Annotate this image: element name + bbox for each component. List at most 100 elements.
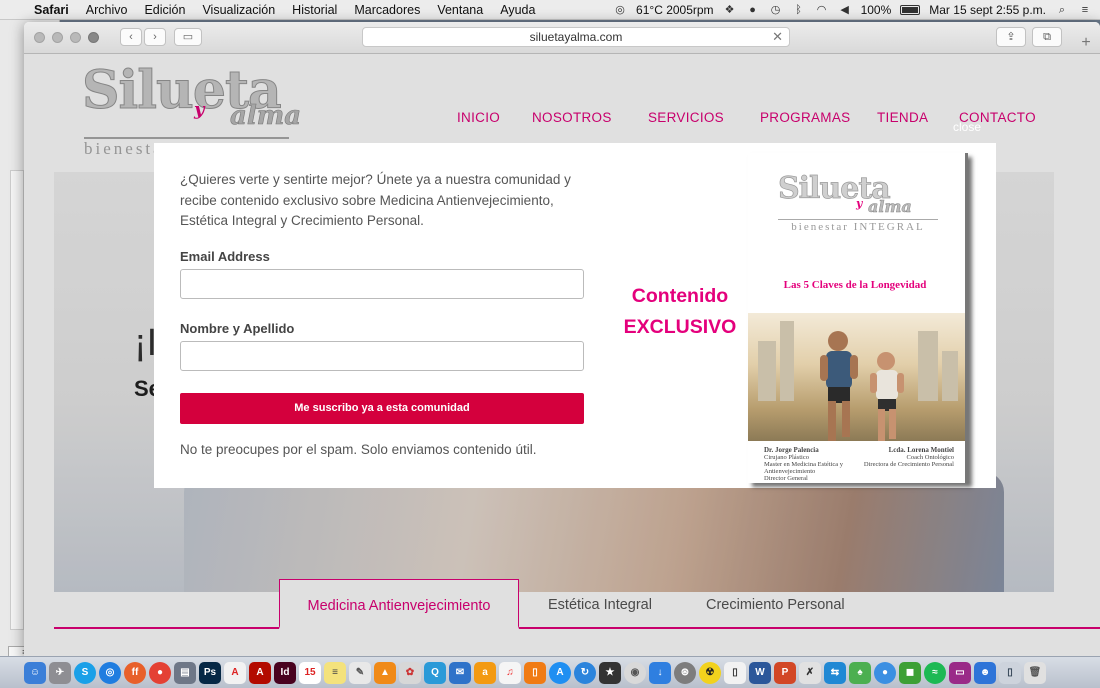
- bluetooth-icon[interactable]: ᛒ: [792, 4, 806, 16]
- skype-icon[interactable]: S: [74, 661, 96, 684]
- sync-icon[interactable]: ↻: [574, 661, 596, 684]
- popcorn-icon[interactable]: ▯: [724, 661, 746, 684]
- imovie-icon[interactable]: ★: [599, 661, 621, 684]
- globe-icon[interactable]: ●: [874, 661, 896, 684]
- runner-man-figure: [820, 331, 858, 441]
- window-minimize-button[interactable]: [52, 32, 63, 43]
- macos-menu-bar: Safari Archivo Edición Visualización His…: [0, 0, 1100, 20]
- quicktime-icon[interactable]: Q: [424, 661, 446, 684]
- temperature-monitor-icon[interactable]: ◎: [613, 4, 627, 16]
- sidebar-toggle-button[interactable]: ▭: [174, 28, 202, 46]
- volume-icon[interactable]: ◀: [838, 4, 852, 16]
- author-2-role: Coach Ontológico: [906, 454, 954, 461]
- modal-close-link[interactable]: close: [953, 120, 981, 134]
- forward-button[interactable]: ›: [144, 28, 166, 46]
- finder-window-icon[interactable]: ☻: [974, 661, 996, 684]
- teamviewer-icon[interactable]: ⇆: [824, 661, 846, 684]
- spam-notice: No te preocupes por el spam. Solo enviam…: [180, 442, 537, 457]
- menu-ayuda[interactable]: Ayuda: [500, 3, 535, 17]
- mail-icon[interactable]: ✉: [449, 661, 471, 684]
- clock[interactable]: Mar 15 sept 2:55 p.m.: [929, 3, 1046, 17]
- app-store-icon[interactable]: A: [549, 661, 571, 684]
- spotify-icon[interactable]: ≈: [924, 661, 946, 684]
- vlc-icon[interactable]: ▲: [374, 661, 396, 684]
- battery-percent[interactable]: 100%: [861, 3, 892, 17]
- subscribe-modal: ¿Quieres verte y sentirte mejor? Únete y…: [154, 143, 996, 488]
- safari-icon[interactable]: ◎: [99, 661, 121, 684]
- camera-icon[interactable]: ◉: [624, 661, 646, 684]
- share-button[interactable]: ⇪: [996, 27, 1026, 47]
- menu-ventana[interactable]: Ventana: [437, 3, 483, 17]
- indesign-icon[interactable]: Id: [274, 661, 296, 684]
- exclusive-line-1: Contenido: [631, 285, 729, 307]
- word-icon[interactable]: W: [749, 661, 771, 684]
- notes-icon[interactable]: ≡: [324, 661, 346, 684]
- menu-visualizacion[interactable]: Visualización: [202, 3, 275, 17]
- excel-icon[interactable]: ✗: [799, 661, 821, 684]
- ebook-cover: Silueta y alma bienestar INTEGRAL Las 5 …: [748, 153, 968, 483]
- preview-icon[interactable]: ▯: [999, 661, 1021, 684]
- runner-woman-figure: [870, 352, 904, 441]
- book-tagline: bienestar INTEGRAL: [778, 219, 938, 233]
- author-2-name: Lcda. Lorena Montiel: [888, 446, 954, 454]
- menu-marcadores[interactable]: Marcadores: [354, 3, 420, 17]
- name-field[interactable]: [180, 341, 584, 371]
- burn-icon[interactable]: ☢: [699, 661, 721, 684]
- ibooks-icon[interactable]: ▯: [524, 661, 546, 684]
- amazon-icon[interactable]: a: [474, 661, 496, 684]
- new-tab-button[interactable]: +: [1076, 33, 1096, 53]
- window-fullscreen-button[interactable]: [88, 32, 99, 43]
- menu-app-name[interactable]: Safari: [34, 3, 69, 17]
- acrobat-reader-icon[interactable]: A: [249, 661, 271, 684]
- finder-icon[interactable]: ☺: [24, 661, 46, 684]
- launchpad-icon[interactable]: ✈: [49, 661, 71, 684]
- menu-historial[interactable]: Historial: [292, 3, 337, 17]
- screen-recorder-icon[interactable]: ▭: [949, 661, 971, 684]
- city-building: [942, 351, 958, 401]
- battery-icon[interactable]: [900, 5, 921, 15]
- dropbox-icon[interactable]: ❖: [723, 4, 737, 16]
- photoshop-icon[interactable]: Ps: [199, 661, 221, 684]
- city-building: [780, 321, 794, 401]
- spotlight-search-icon[interactable]: ⌕: [1055, 4, 1069, 16]
- wifi-icon[interactable]: ◠: [815, 4, 829, 16]
- itunes-icon[interactable]: ♫: [499, 661, 521, 684]
- time-machine-icon[interactable]: ◷: [769, 4, 783, 16]
- messages-icon[interactable]: ◼: [899, 661, 921, 684]
- downloads-icon[interactable]: ↓: [649, 661, 671, 684]
- chrome-icon[interactable]: ●: [149, 661, 171, 684]
- book-logo-y: y: [856, 197, 863, 210]
- menu-archivo[interactable]: Archivo: [86, 3, 128, 17]
- acrobat-icon[interactable]: A: [224, 661, 246, 684]
- window-close-button[interactable]: [34, 32, 45, 43]
- browser-toolbar: ‹ › ▭ siluetayalma.com ✕ ⇪ ⧉ +: [24, 22, 1100, 54]
- scanner-icon[interactable]: ▤: [174, 661, 196, 684]
- author-2: Lcda. Lorena Montiel Coach Ontológico Di…: [863, 446, 954, 469]
- powerpoint-icon[interactable]: P: [774, 661, 796, 684]
- firefox-icon[interactable]: ff: [124, 661, 146, 684]
- disk-utility-icon[interactable]: ⊛: [674, 661, 696, 684]
- book-cover-photo: [748, 313, 965, 441]
- window-zoom-button[interactable]: [70, 32, 81, 43]
- exclusive-content-badge: Contenido EXCLUSIVO: [616, 281, 744, 343]
- notification-center-icon[interactable]: ≡: [1078, 4, 1092, 16]
- exclusive-line-2: EXCLUSIVO: [623, 316, 737, 338]
- address-bar[interactable]: siluetayalma.com ✕: [362, 27, 790, 47]
- author-2-role: Directora de Crecimiento Personal: [863, 461, 954, 468]
- macos-dock: ☺ ✈ S ◎ ff ● ▤ Ps A A Id 15 ≡ ✎ ▲ ✿ Q ✉ …: [0, 656, 1100, 688]
- temperature-status[interactable]: 61°C 2005rpm: [636, 3, 714, 17]
- subscribe-button[interactable]: Me suscribo ya a esta comunidad: [180, 393, 584, 424]
- stop-loading-icon[interactable]: ✕: [772, 28, 783, 46]
- textedit-icon[interactable]: ✎: [349, 661, 371, 684]
- tabs-overview-button[interactable]: ⧉: [1032, 27, 1062, 47]
- url-text: siluetayalma.com: [529, 30, 623, 44]
- vertical-ruler: [10, 170, 24, 630]
- onepassword-icon[interactable]: ●: [746, 4, 760, 16]
- back-button[interactable]: ‹: [120, 28, 142, 46]
- trash-icon[interactable]: 🗑: [1024, 661, 1046, 684]
- photos-icon[interactable]: ✿: [399, 661, 421, 684]
- menu-edicion[interactable]: Edición: [144, 3, 185, 17]
- email-field[interactable]: [180, 269, 584, 299]
- evernote-icon[interactable]: ♠: [849, 661, 871, 684]
- calendar-icon[interactable]: 15: [299, 661, 321, 684]
